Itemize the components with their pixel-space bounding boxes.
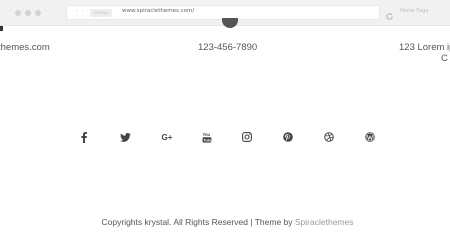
close-window-dot[interactable] [15, 10, 21, 16]
twitter-icon[interactable] [118, 130, 132, 144]
wordpress-icon[interactable] [363, 130, 377, 144]
youtube-icon[interactable]: You Tube [200, 130, 214, 144]
back-forward-icon[interactable]: ‹ › [76, 8, 85, 14]
dribbble-icon[interactable] [322, 130, 336, 144]
window-controls [15, 10, 41, 16]
address-line-1: 123 Lorem ip [399, 42, 450, 53]
edge-marker [0, 26, 3, 31]
facebook-icon[interactable] [77, 130, 91, 144]
svg-text:You: You [203, 132, 211, 137]
maximize-window-dot[interactable] [35, 10, 41, 16]
minimize-window-dot[interactable] [25, 10, 31, 16]
google-plus-icon[interactable]: G+ [160, 130, 174, 144]
url-text[interactable]: www.spiraclethemes.com/ [122, 8, 194, 14]
pinterest-icon[interactable] [281, 130, 295, 144]
secure-pill: SITEMAP [90, 9, 112, 17]
svg-text:Tube: Tube [203, 138, 212, 142]
contact-phone: 123-456-7890 [198, 42, 258, 53]
scroll-indicator-icon [222, 18, 238, 28]
contact-email[interactable]: themes.com [0, 42, 50, 53]
reload-icon[interactable] [385, 6, 394, 20]
contact-address: 123 Lorem ip C [399, 42, 450, 64]
address-line-2: C [441, 53, 448, 64]
copyright-text: Copyrights krystal. All Rights Reserved … [101, 217, 295, 227]
footer-copyright: Copyrights krystal. All Rights Reserved … [0, 217, 450, 227]
social-links: G+ You Tube [0, 130, 450, 144]
theme-author-link[interactable]: Spiraclethemes [295, 217, 354, 227]
instagram-icon[interactable] [240, 130, 254, 144]
home-page-link[interactable]: Home Page [400, 8, 428, 14]
